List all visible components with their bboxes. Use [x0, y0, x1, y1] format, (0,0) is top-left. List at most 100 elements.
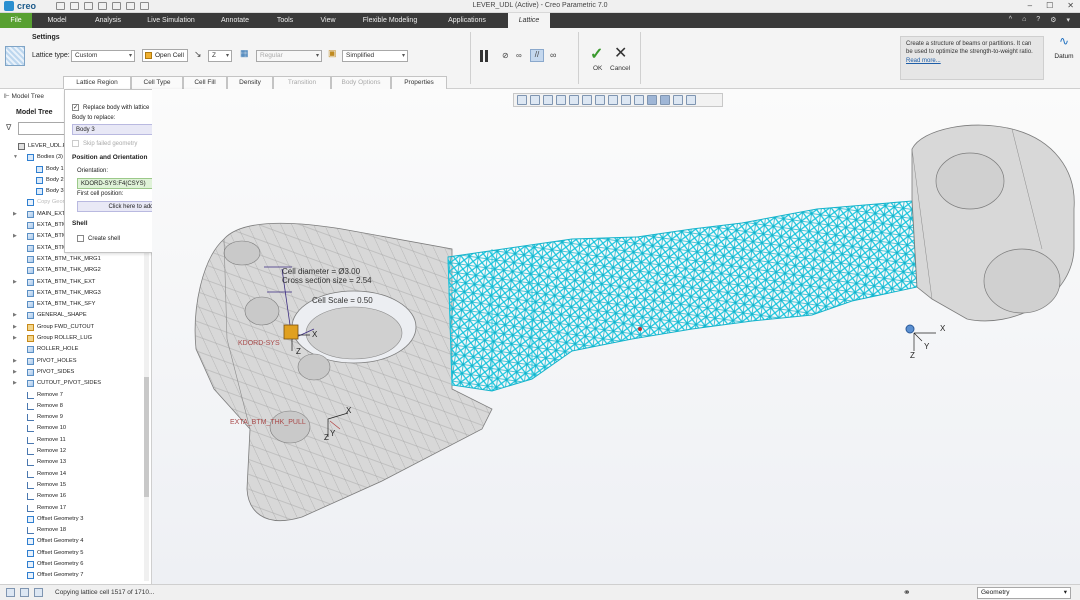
tree-item[interactable]: Remove 12: [0, 446, 150, 457]
verify-icon[interactable]: //: [530, 49, 544, 62]
sketch-view-icon[interactable]: [569, 95, 579, 105]
tree-item[interactable]: Remove 8: [0, 401, 150, 412]
repaint-icon[interactable]: [556, 95, 566, 105]
tree-item[interactable]: EXTA_BTM_THK_MRG2: [0, 265, 150, 276]
tree-item[interactable]: EXTA_BTM_THK_MRG1: [0, 254, 150, 265]
cross-section-annotation[interactable]: Cross section size = 2.54: [282, 276, 372, 285]
tree-item[interactable]: Remove 15: [0, 480, 150, 491]
view-manager-icon[interactable]: [608, 95, 618, 105]
pause-button[interactable]: [480, 50, 488, 62]
tree-item[interactable]: EXTA_BTM_THK_MRG3: [0, 288, 150, 299]
subtab-cell-type[interactable]: Cell Type: [131, 76, 183, 89]
create-shell-checkbox[interactable]: Create shell: [77, 235, 120, 242]
tree-item[interactable]: ▶ PIVOT_SIDES: [0, 367, 150, 378]
tree-item[interactable]: Remove 9: [0, 412, 150, 423]
cancel-x-icon[interactable]: ✕: [614, 43, 627, 63]
read-more-link[interactable]: Read more...: [906, 57, 1038, 65]
display-style-icon[interactable]: [595, 95, 605, 105]
subtab-lattice-region[interactable]: Lattice Region: [63, 76, 131, 89]
minimize-ribbon-icon[interactable]: ^: [1009, 16, 1012, 24]
open-cell-button[interactable]: Open Cell: [142, 49, 188, 62]
tree-item[interactable]: Remove 18: [0, 525, 150, 536]
expand-right-icon[interactable]: ▶: [13, 367, 17, 378]
expand-right-icon[interactable]: ▶: [13, 322, 17, 333]
datum-group[interactable]: ∿ Datum: [1052, 34, 1076, 60]
expand-right-icon[interactable]: ▶: [13, 356, 17, 367]
datum-display-icon[interactable]: [634, 95, 644, 105]
tab-applications[interactable]: Applications: [436, 13, 498, 28]
tree-item[interactable]: Remove 16: [0, 491, 150, 502]
tree-item[interactable]: Offset Geometry 6: [0, 559, 150, 570]
representation-icon[interactable]: ▣: [328, 48, 337, 59]
tree-item[interactable]: Remove 13: [0, 457, 150, 468]
tree-item[interactable]: ▶ Group FWD_CUTOUT: [0, 322, 150, 333]
annotation-display-icon[interactable]: [647, 95, 657, 105]
expand-down-icon[interactable]: ▼: [13, 152, 18, 163]
filter-icon[interactable]: ∇: [6, 123, 11, 132]
find-icon[interactable]: ⚭: [903, 587, 911, 598]
ok-check-icon[interactable]: ✓: [590, 44, 603, 64]
tree-item[interactable]: Offset Geometry 3: [0, 514, 150, 525]
cell-scale-annotation[interactable]: Cell Scale = 0.50: [312, 296, 373, 305]
direction-icon[interactable]: ↘: [194, 49, 202, 60]
tab-flexible-modeling[interactable]: Flexible Modeling: [354, 13, 426, 28]
refit-icon[interactable]: [517, 95, 527, 105]
tree-item[interactable]: ▶ PIVOT_HOLES: [0, 356, 150, 367]
subtab-cell-fill[interactable]: Cell Fill: [183, 76, 227, 89]
cell-diameter-annotation[interactable]: Cell diameter = Ø3.00: [282, 267, 360, 276]
cell-pattern-icon[interactable]: ▦: [240, 48, 249, 59]
tree-item[interactable]: Remove 17: [0, 503, 150, 514]
help-icon[interactable]: ?: [1036, 16, 1040, 24]
expand-right-icon[interactable]: ▶: [13, 378, 17, 389]
model-tree-toggle-icon[interactable]: [6, 588, 15, 597]
subtab-properties[interactable]: Properties: [391, 76, 447, 89]
ok-button[interactable]: OK: [593, 65, 602, 72]
browser-toggle-icon[interactable]: [20, 588, 29, 597]
fullscreen-icon[interactable]: [34, 588, 43, 597]
representation-select[interactable]: Simplified ▾: [342, 50, 408, 62]
pause-regen-icon[interactable]: [686, 95, 696, 105]
close-button[interactable]: ✕: [1067, 1, 1074, 10]
tree-item[interactable]: Remove 14: [0, 469, 150, 480]
home-icon[interactable]: ⌂: [1022, 16, 1026, 24]
tree-item[interactable]: ▶ EXTA_BTM_THK_EXT: [0, 277, 150, 288]
axis-select[interactable]: Z ▾: [208, 50, 232, 62]
tab-analysis[interactable]: Analysis: [86, 13, 130, 28]
perspective-icon[interactable]: [621, 95, 631, 105]
tree-item[interactable]: Offset Geometry 4: [0, 536, 150, 547]
minimize-button[interactable]: –: [1028, 1, 1032, 10]
glasses-icon[interactable]: ∞: [550, 50, 556, 60]
tab-tools[interactable]: Tools: [268, 13, 302, 28]
tree-item[interactable]: EXTA_BTM_THK_SFY: [0, 299, 150, 310]
tree-item[interactable]: Remove 11: [0, 435, 150, 446]
tree-item[interactable]: Offset Geometry 5: [0, 548, 150, 559]
tree-item[interactable]: ▶ CUTOUT_PIVOT_SIDES: [0, 378, 150, 389]
expand-right-icon[interactable]: ▶: [13, 333, 17, 344]
tab-live-simulation[interactable]: Live Simulation: [140, 13, 202, 28]
csys-display-icon[interactable]: [673, 95, 683, 105]
spin-center-icon[interactable]: [660, 95, 670, 105]
tab-model[interactable]: Model: [40, 13, 74, 28]
expand-right-icon[interactable]: ▶: [13, 231, 17, 242]
settings-icon[interactable]: ⚙: [1050, 16, 1056, 24]
preview-icon[interactable]: ∞: [516, 51, 522, 60]
tab-lattice[interactable]: Lattice: [508, 13, 550, 28]
expand-right-icon[interactable]: ▶: [13, 310, 17, 321]
file-tab[interactable]: File: [0, 13, 32, 28]
maximize-button[interactable]: ☐: [1046, 1, 1053, 10]
saved-orientations-icon[interactable]: [582, 95, 592, 105]
model-tree-tab[interactable]: ⊩ Model Tree: [4, 92, 44, 100]
tree-item[interactable]: Remove 10: [0, 423, 150, 434]
expand-right-icon[interactable]: ▶: [13, 209, 17, 220]
zoom-in-icon[interactable]: [530, 95, 540, 105]
subtab-density[interactable]: Density: [227, 76, 273, 89]
tree-item[interactable]: Offset Geometry 7: [0, 570, 150, 581]
cancel-button[interactable]: Cancel: [610, 65, 630, 72]
graphics-window[interactable]: Cell diameter = Ø3.00 Cross section size…: [152, 89, 1080, 584]
tree-item[interactable]: Remove 7: [0, 390, 150, 401]
tree-item[interactable]: ROLLER_HOLE: [0, 344, 150, 355]
tab-annotate[interactable]: Annotate: [212, 13, 258, 28]
no-preview-icon[interactable]: ⊘: [502, 51, 509, 60]
tree-item[interactable]: ▶ Group ROLLER_LUG: [0, 333, 150, 344]
selection-filter-select[interactable]: Geometry ▾: [977, 587, 1071, 599]
